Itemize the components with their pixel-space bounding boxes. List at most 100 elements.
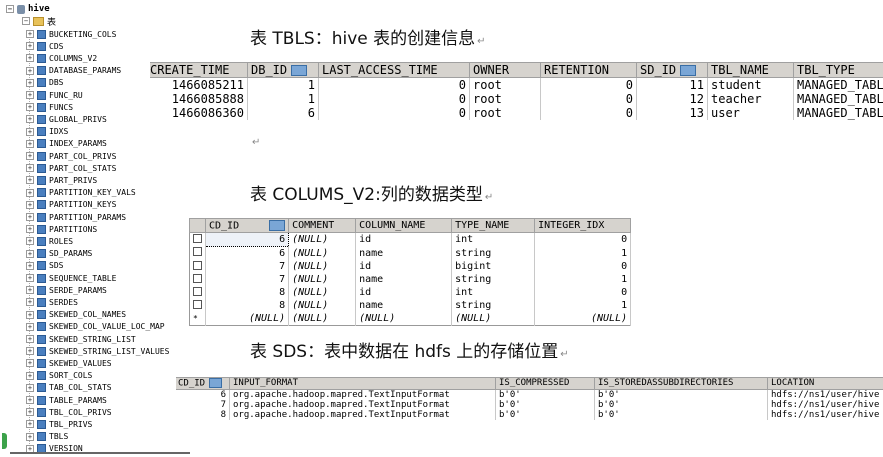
tree-table-dbs[interactable]: + DBS: [26, 77, 63, 89]
tree-table-func-ru[interactable]: + FUNC_RU: [26, 89, 83, 101]
table-cell[interactable]: org.apache.hadoop.mapred.TextInputFormat: [229, 389, 496, 400]
expand-icon[interactable]: +: [26, 274, 34, 282]
column-header[interactable]: CD_ID: [204, 218, 290, 233]
table-cell[interactable]: 8: [205, 286, 290, 299]
table-row[interactable]: 6 org.apache.hadoop.mapred.TextInputForma…: [176, 389, 883, 400]
table-cell[interactable]: 1466085888: [150, 92, 248, 106]
table-cell[interactable]: bigint: [451, 260, 536, 273]
column-header[interactable]: LOCATION: [767, 377, 883, 390]
table-cell[interactable]: string: [451, 246, 536, 260]
expand-icon[interactable]: +: [26, 420, 34, 429]
table-cell[interactable]: b'0': [594, 389, 768, 400]
table-row[interactable]: 7 (NULL) name string 1: [189, 273, 632, 286]
table-cell[interactable]: b'0': [594, 399, 768, 410]
row-checkbox[interactable]: [189, 246, 206, 260]
column-header[interactable]: CD_ID: [176, 377, 230, 390]
table-cell[interactable]: student: [707, 77, 794, 92]
row-checkbox[interactable]: [189, 299, 206, 312]
expand-icon[interactable]: +: [26, 249, 34, 258]
tree-table-tbls[interactable]: + TBLS: [26, 431, 68, 443]
column-header[interactable]: INTEGER_IDX: [534, 218, 632, 233]
table-cell[interactable]: hdfs://ns1/user/hive: [767, 399, 883, 410]
expand-icon[interactable]: +: [26, 115, 34, 124]
table-row[interactable]: 6 (NULL) id int 0: [189, 232, 632, 247]
expand-icon[interactable]: +: [26, 335, 34, 343]
tree-table-columns-v2[interactable]: + COLUMNS_V2: [26, 52, 97, 64]
table-cell[interactable]: string: [451, 273, 536, 286]
row-checkbox[interactable]: [189, 232, 206, 247]
table-cell[interactable]: 7: [176, 399, 230, 410]
column-header[interactable]: COLUMN_NAME: [355, 218, 453, 233]
checkbox-icon[interactable]: [193, 299, 202, 309]
tree-table-skewed-col-names[interactable]: + SKEWED_COL_NAMES: [26, 309, 126, 321]
expand-icon[interactable]: +: [26, 286, 34, 295]
table-row[interactable]: 1466085211 1 0 root 0 11 student MANAGED_TABLE: [150, 77, 883, 92]
column-header[interactable]: CREATE_TIME: [150, 62, 248, 78]
table-cell[interactable]: org.apache.hadoop.mapred.TextInputFormat: [229, 399, 496, 410]
table-cell[interactable]: (NULL): [288, 286, 357, 299]
column-header[interactable]: RETENTION: [540, 62, 637, 78]
tree-table-sort-cols[interactable]: + SORT_COLS: [26, 370, 92, 382]
column-header[interactable]: SD_ID: [636, 62, 708, 78]
table-cell[interactable]: 8: [176, 409, 230, 420]
expand-icon[interactable]: +: [26, 396, 34, 404]
table-cell[interactable]: 0: [540, 77, 637, 92]
table-row[interactable]: 6 (NULL) name string 1: [189, 246, 632, 260]
table-cell[interactable]: 1: [247, 92, 319, 106]
table-cell[interactable]: 8: [205, 299, 290, 312]
table-cell[interactable]: id: [355, 260, 453, 273]
column-header[interactable]: INPUT_FORMAT: [229, 377, 496, 390]
table-cell[interactable]: 1: [534, 273, 632, 286]
table-cell[interactable]: id: [355, 232, 453, 247]
table-row[interactable]: 8 (NULL) id int 0: [189, 286, 632, 299]
checkbox-icon[interactable]: [193, 260, 202, 270]
table-cell[interactable]: hdfs://ns1/user/hive: [767, 409, 883, 420]
table-cell[interactable]: 11: [636, 77, 708, 92]
table-cell[interactable]: MANAGED_TABLE: [793, 77, 883, 92]
expand-icon[interactable]: +: [26, 359, 34, 368]
expand-icon[interactable]: +: [26, 408, 34, 417]
table-cell[interactable]: MANAGED_TABLE: [793, 106, 883, 120]
table-cell[interactable]: (NULL): [451, 312, 536, 326]
table-cell[interactable]: 0: [318, 92, 470, 106]
expand-icon[interactable]: +: [26, 164, 34, 173]
table-cell[interactable]: 0: [540, 92, 637, 106]
expand-icon[interactable]: +: [26, 30, 34, 38]
tree-table-funcs[interactable]: + FUNCS: [26, 101, 73, 113]
tree-table-tab-col-stats[interactable]: + TAB_COL_STATS: [26, 382, 112, 394]
tree-table-bucketing-cols[interactable]: + BUCKETING_COLS: [26, 28, 116, 40]
table-cell[interactable]: 1466085211: [150, 77, 248, 92]
tree-table-part-col-stats[interactable]: + PART_COL_STATS: [26, 162, 116, 174]
expand-icon[interactable]: +: [26, 139, 34, 148]
table-cell[interactable]: (NULL): [288, 273, 357, 286]
checkbox-icon[interactable]: [193, 233, 202, 243]
tree-table-sds[interactable]: + SDS: [26, 260, 63, 272]
table-cell[interactable]: 0: [318, 106, 470, 120]
row-checkbox[interactable]: [189, 260, 206, 273]
expand-icon[interactable]: +: [26, 91, 34, 99]
tree-table-index-params[interactable]: + INDEX_PARAMS: [26, 138, 107, 150]
checkbox-icon[interactable]: [193, 273, 202, 283]
tree-table-skewed-string-list[interactable]: + SKEWED_STRING_LIST: [26, 333, 136, 345]
column-header[interactable]: LAST_ACCESS_TIME: [318, 62, 470, 78]
column-header[interactable]: TBL_NAME: [707, 62, 794, 78]
expand-icon[interactable]: +: [26, 78, 34, 87]
table-cell[interactable]: root: [469, 106, 541, 120]
table-cell[interactable]: b'0': [594, 409, 768, 420]
table-cell[interactable]: org.apache.hadoop.mapred.TextInputFormat: [229, 409, 496, 420]
tree-table-part-privs[interactable]: + PART_PRIVS: [26, 174, 97, 186]
table-cell[interactable]: 6: [176, 389, 230, 400]
table-cell[interactable]: 0: [534, 232, 632, 247]
tree-table-serdes[interactable]: + SERDES: [26, 296, 78, 308]
checkbox-icon[interactable]: [193, 286, 202, 296]
table-cell[interactable]: b'0': [495, 399, 595, 410]
expand-icon[interactable]: +: [26, 42, 34, 51]
table-cell[interactable]: 6: [205, 246, 290, 260]
tree-table-sequence-table[interactable]: + SEQUENCE_TABLE: [26, 272, 116, 284]
table-cell[interactable]: 0: [318, 77, 470, 92]
tree-table-skewed-string-list-values[interactable]: + SKEWED_STRING_LIST_VALUES: [26, 345, 169, 357]
expand-icon[interactable]: +: [26, 347, 34, 356]
column-header[interactable]: IS_COMPRESSED: [495, 377, 595, 390]
table-cell[interactable]: 7: [205, 273, 290, 286]
table-cell[interactable]: b'0': [495, 389, 595, 400]
